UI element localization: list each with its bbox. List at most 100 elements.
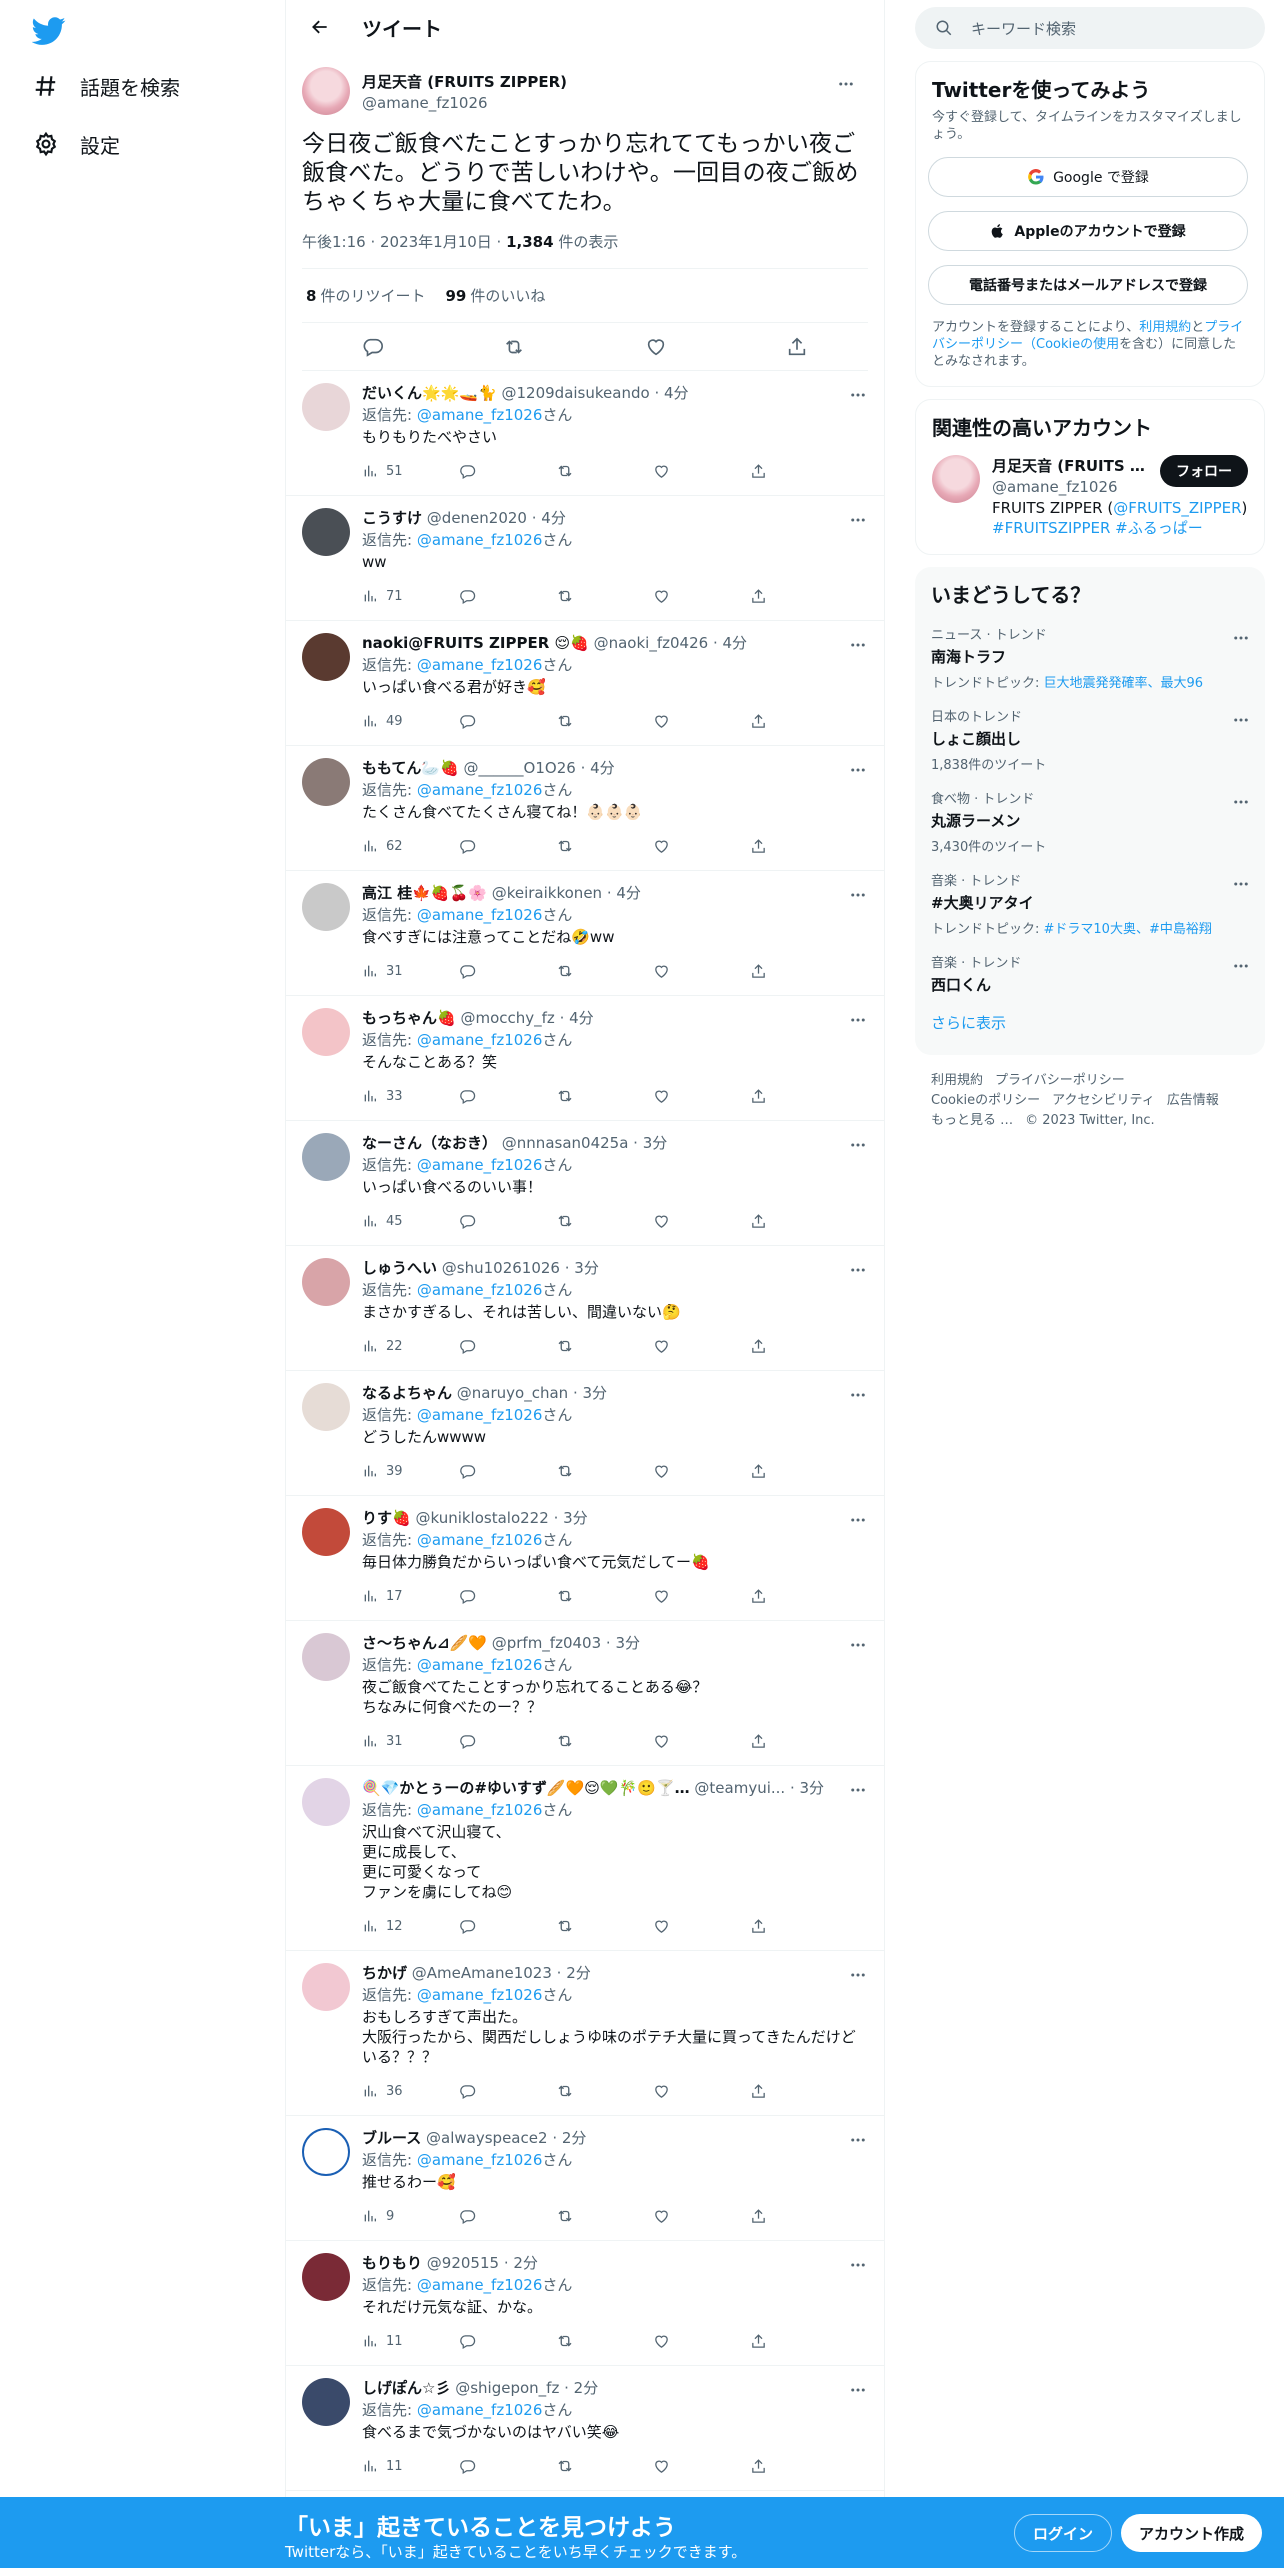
reply-tweet[interactable]: りす🍓 @kuniklostalo222 · 3分 返信先: @amane_fz1… (286, 1496, 884, 1621)
apple-signup-button[interactable]: Appleのアカウントで登録 (928, 211, 1248, 251)
trend-item[interactable]: ニュース · トレンド 南海トラフ トレンドトピック: 巨大地震発発確率、最大96 (915, 612, 1265, 694)
reply-tweet[interactable]: しゅうへい @shu10261026 · 3分 返信先: @amane_fz102… (286, 1246, 884, 1371)
reply-time[interactable]: · 4分 (560, 1009, 594, 1027)
trend-item[interactable]: 日本のトレンド しょこ顔出し 1,838件のツイート (915, 694, 1265, 776)
trend-item[interactable]: 食べ物 · トレンド 丸源ラーメン 3,430件のツイート (915, 776, 1265, 858)
more-icon[interactable] (846, 758, 870, 782)
reply-time[interactable]: · 3分 (633, 1134, 667, 1152)
share-action[interactable] (750, 1213, 847, 1230)
avatar[interactable] (302, 1383, 350, 1431)
reply-author-handle[interactable]: @naruyo_chan (457, 1384, 568, 1402)
reply-author-name[interactable]: 🍭💎かとぅーの#ゆいすず🥖🧡😌💚🎋🙂🍸… (362, 1779, 690, 1797)
share-action[interactable] (750, 713, 847, 730)
more-icon[interactable] (846, 1633, 870, 1657)
reply-author-name[interactable]: もっちゃん🍓 (362, 1009, 456, 1027)
reply-action[interactable] (459, 1088, 556, 1105)
views-action[interactable]: 39 (362, 1463, 459, 1479)
retweet-action[interactable] (556, 1462, 653, 1480)
reply-time[interactable]: · 3分 (565, 1259, 599, 1277)
reply-action[interactable] (459, 2458, 556, 2475)
author-name[interactable]: 月足天音 (FRUITS ZIPPER) (362, 71, 567, 92)
reply-time[interactable]: · 4分 (654, 384, 688, 402)
reply-tweet[interactable]: しげぽん☆彡 @shigepon_fz · 2分 返信先: @amane_fz10… (286, 2366, 884, 2491)
reply-author-handle[interactable]: @AmeAmane1023 (412, 1964, 552, 1982)
retweet-action[interactable] (556, 1212, 653, 1230)
share-action[interactable] (750, 963, 847, 980)
reply-action[interactable] (459, 963, 556, 980)
retweet-action[interactable] (556, 2332, 653, 2350)
mention-link[interactable]: @amane_fz1026 (417, 531, 543, 549)
avatar[interactable] (302, 1133, 350, 1181)
views-action[interactable]: 9 (362, 2208, 459, 2224)
reply-action[interactable] (459, 2208, 556, 2225)
author-handle[interactable]: @amane_fz1026 (362, 94, 567, 112)
views-action[interactable]: 51 (362, 463, 459, 479)
reply-action[interactable] (459, 463, 556, 480)
mention-link[interactable]: @amane_fz1026 (417, 1031, 543, 1049)
like-action[interactable] (653, 2208, 750, 2225)
retweet-action[interactable] (556, 962, 653, 980)
reply-time[interactable]: · 4分 (713, 634, 747, 652)
reply-author-name[interactable]: だいくん🌟🌟🚤🐈 (362, 384, 497, 402)
avatar[interactable] (302, 1633, 350, 1681)
more-icon[interactable] (1229, 872, 1253, 896)
mention-link[interactable]: @amane_fz1026 (417, 656, 543, 674)
share-action[interactable] (750, 1588, 847, 1605)
reply-author-handle[interactable]: @920515 (427, 2254, 499, 2272)
reply-time[interactable]: · 2分 (552, 2129, 586, 2147)
share-icon[interactable] (779, 329, 815, 365)
reply-author-name[interactable]: naoki@FRUITS ZIPPER 😌🍓 (362, 634, 589, 652)
reply-author-name[interactable]: さ〜ちゃん⊿🥖🧡 (362, 1634, 487, 1652)
retweets-stat[interactable]: 8 件のリツイート (306, 285, 425, 306)
retweet-action[interactable] (556, 1917, 653, 1935)
retweet-action[interactable] (556, 587, 653, 605)
mention-link[interactable]: @amane_fz1026 (417, 906, 543, 924)
main-tweet-author[interactable]: 月足天音 (FRUITS ZIPPER) @amane_fz1026 (302, 64, 868, 118)
phone-email-signup-button[interactable]: 電話番号またはメールアドレスで登録 (928, 265, 1248, 305)
reply-tweet[interactable]: もっちゃん🍓 @mocchy_fz · 4分 返信先: @amane_fz1026… (286, 996, 884, 1121)
like-action[interactable] (653, 838, 750, 855)
relevant-handle[interactable]: @amane_fz1026 (992, 478, 1152, 496)
mention-link[interactable]: @amane_fz1026 (417, 1156, 543, 1174)
mention-link[interactable]: @amane_fz1026 (417, 1531, 543, 1549)
reply-author-name[interactable]: なーさん（なおき） (362, 1134, 497, 1152)
avatar[interactable] (302, 633, 350, 681)
twitter-logo-icon[interactable] (31, 14, 66, 48)
more-icon[interactable] (846, 633, 870, 657)
reply-action[interactable] (459, 838, 556, 855)
mention-link[interactable]: @amane_fz1026 (417, 406, 543, 424)
views-action[interactable]: 11 (362, 2458, 459, 2474)
nav-explore[interactable]: 話題を検索 (32, 66, 180, 106)
more-icon[interactable] (846, 1008, 870, 1032)
reply-tweet[interactable]: 高江 桂🍁🍓🍒🌸 @keiraikkonen · 4分 返信先: @amane_f… (286, 871, 884, 996)
avatar[interactable] (302, 1963, 350, 2011)
trend-item[interactable]: 音楽 · トレンド 西口くん (915, 940, 1265, 1004)
relevant-name[interactable]: 月足天音 (FRUITS ZIPPER) (992, 455, 1152, 476)
like-action[interactable] (653, 1213, 750, 1230)
share-action[interactable] (750, 2208, 847, 2225)
reply-time[interactable]: · 2分 (564, 2379, 598, 2397)
like-action[interactable] (653, 1588, 750, 1605)
reply-author-name[interactable]: ちかげ (362, 1964, 407, 1982)
views-action[interactable]: 12 (362, 1918, 459, 1934)
reply-tweet[interactable]: naoki@FRUITS ZIPPER 😌🍓 @naoki_fz0426 · 4… (286, 621, 884, 746)
like-action[interactable] (653, 2333, 750, 2350)
reply-action[interactable] (459, 1213, 556, 1230)
reply-author-name[interactable]: こうすけ (362, 509, 422, 527)
footer-cookie[interactable]: Cookieのポリシー (931, 1093, 1040, 1108)
back-arrow-icon[interactable] (302, 9, 338, 45)
like-action[interactable] (653, 2083, 750, 2100)
reply-time[interactable]: · 3分 (606, 1634, 640, 1652)
reply-time[interactable]: · 4分 (607, 884, 641, 902)
bio-mention-link[interactable]: @FRUITS_ZIPPER (1113, 499, 1241, 517)
footer-more[interactable]: もっと見る … (931, 1113, 1013, 1128)
more-icon[interactable] (1229, 708, 1253, 732)
share-action[interactable] (750, 463, 847, 480)
views-action[interactable]: 33 (362, 1088, 459, 1104)
reply-author-handle[interactable]: @mocchy_fz (460, 1009, 554, 1027)
reply-action[interactable] (459, 713, 556, 730)
avatar[interactable] (302, 1778, 350, 1826)
retweet-icon[interactable] (496, 329, 532, 365)
reply-author-name[interactable]: 高江 桂🍁🍓🍒🌸 (362, 884, 487, 902)
share-action[interactable] (750, 1918, 847, 1935)
